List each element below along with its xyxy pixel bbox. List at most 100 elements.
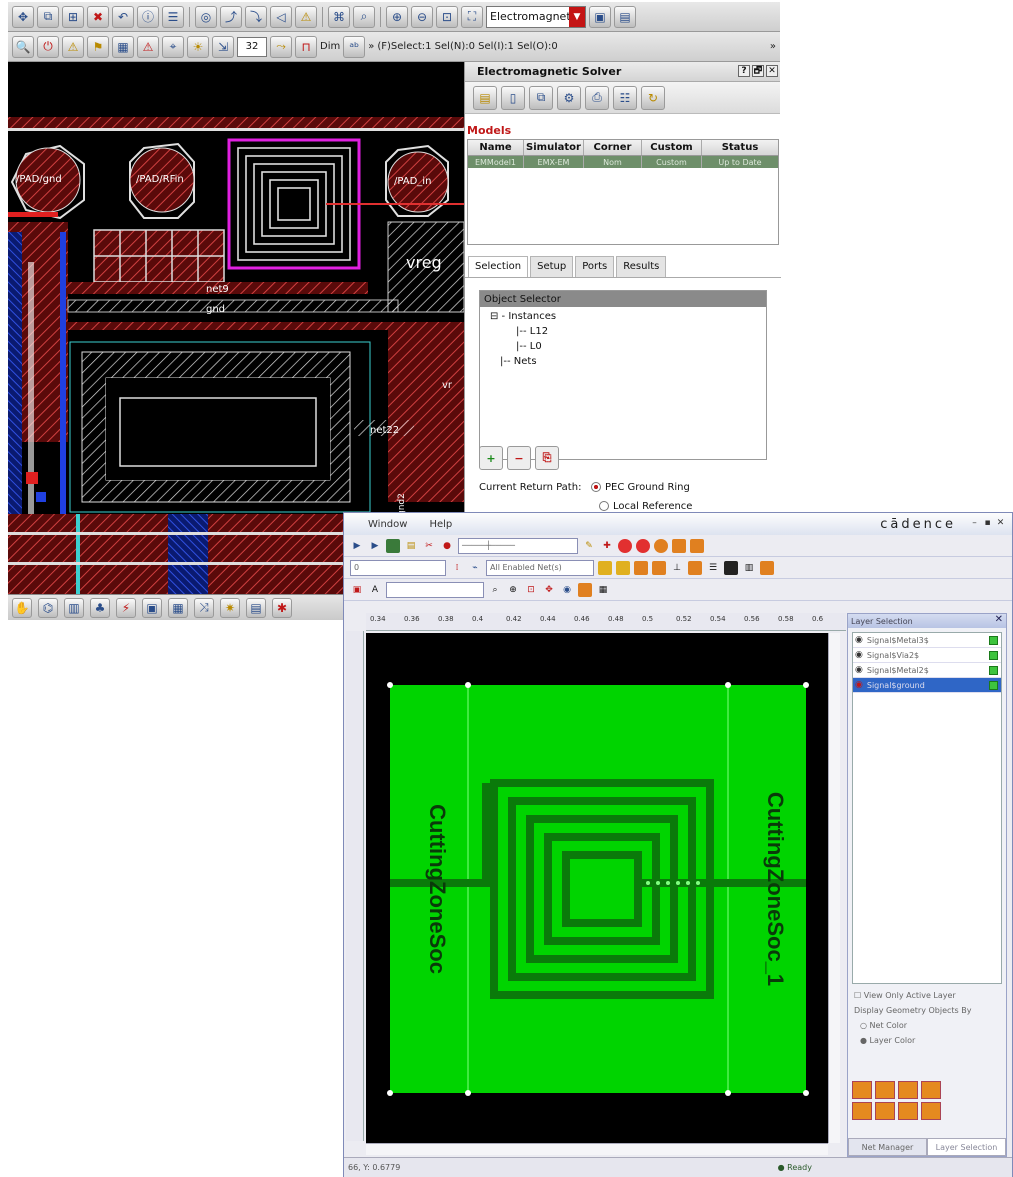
vertical-tool-icon[interactable] [921,1081,941,1099]
cursor-icon[interactable]: ⇲ [212,35,234,58]
marker-icon[interactable]: ⚠ [137,35,159,58]
dim-label[interactable]: Dim [320,41,340,52]
record2-icon[interactable] [636,538,650,553]
list-item[interactable]: ◉ Signal$ground [853,678,1001,693]
menu-help[interactable]: Help [429,519,452,530]
paint-icon[interactable]: ✎ [582,539,596,553]
line-tool-icon[interactable] [898,1081,918,1099]
chart-icon[interactable]: ▥ [742,561,756,575]
slider-field[interactable]: ─────┼───── [458,537,578,554]
find-icon[interactable]: ⌕ [488,583,502,597]
pan-icon[interactable]: ✥ [542,583,556,597]
highlight-tool-icon[interactable] [760,560,774,575]
tree-item-l12[interactable]: |-- L12 [490,324,766,339]
terminal-icon[interactable]: ▤ [246,597,266,618]
pin-icon[interactable]: ⚑ [87,35,109,58]
route-tool-icon[interactable] [852,1081,872,1099]
col-corner[interactable]: Corner [584,140,642,155]
path-icon[interactable]: ⤵ [245,5,267,28]
block-icon[interactable] [672,538,686,553]
run-icon[interactable]: ▶ [368,539,382,553]
net-dropdown[interactable]: All Enabled Net(s) [486,559,594,576]
layer-color-option[interactable]: ● Layer Color [848,1033,1006,1048]
info-icon[interactable]: ⓘ [137,5,159,28]
col-status[interactable]: Status [702,140,778,155]
grid2-icon[interactable]: ▦ [168,597,188,618]
tree-node-nets[interactable]: |-- Nets [490,354,766,369]
menu-window[interactable]: Window [368,519,407,530]
cross-icon[interactable]: ✚ [600,539,614,553]
measure-icon[interactable]: ⌬ [38,597,58,618]
ruler-icon[interactable]: ◁ [270,5,292,28]
net-icon[interactable]: ⌁ [468,561,482,575]
block2-icon[interactable] [690,538,704,553]
record-icon[interactable] [618,538,632,553]
zoom-icon[interactable]: ⊕ [506,583,520,597]
select-icon[interactable]: ⁞ [450,561,464,575]
circle-tool-icon[interactable] [875,1102,895,1120]
corner-tool-icon[interactable] [921,1102,941,1120]
chip-icon[interactable]: ▣ [142,597,162,618]
point-tool-icon[interactable] [852,1102,872,1120]
wire-icon[interactable]: ⤳ [270,35,292,58]
float-button[interactable]: 🗗 [752,65,764,77]
local-reference-radio[interactable] [599,501,609,511]
zoom-value-field[interactable]: 32 [237,36,267,57]
simulate-icon[interactable]: ⚙ [557,85,581,110]
tab-ports[interactable]: Ports [575,256,615,277]
vertical-scrollbar[interactable] [828,633,840,1143]
tree-icon[interactable]: ♣ [90,597,110,618]
close-button[interactable]: ✕ [766,65,778,77]
layer-number-field[interactable]: 0 [350,559,446,576]
workspace-icon[interactable]: ▣ [589,5,611,28]
view-only-option[interactable]: ☐ View Only Active Layer [848,988,1006,1003]
stop-icon[interactable]: ⏻ [37,35,59,58]
toolbar-overflow[interactable]: » [368,41,374,52]
add-button[interactable]: + [479,446,503,470]
spark-icon[interactable]: ✷ [220,597,240,618]
col-simulator[interactable]: Simulator [524,140,584,155]
close-icon[interactable]: ✕ [995,614,1003,625]
col-custom[interactable]: Custom [642,140,702,155]
tab-selection[interactable]: Selection [468,256,529,277]
probe-icon[interactable]: ⚡ [116,597,136,618]
play-icon[interactable]: ▶ [350,539,364,553]
copy-model-icon[interactable]: ⧉ [529,85,553,110]
shape-icon[interactable] [634,560,648,575]
open-model-icon[interactable]: ▯ [501,85,525,110]
move-icon[interactable]: ✥ [12,5,34,28]
chevron-down-icon[interactable]: ▼ [569,6,585,27]
bug-icon[interactable]: ✱ [272,597,292,618]
tab-layer-selection[interactable]: Layer Selection [927,1138,1006,1156]
record3-icon[interactable] [654,538,668,553]
cut-icon[interactable]: ✂ [422,539,436,553]
grid-icon[interactable]: ▦ [112,35,134,58]
warning-icon[interactable]: ⚠ [295,5,317,28]
undo-icon[interactable]: ↶ [112,5,134,28]
flow-icon[interactable]: ⤨ [194,597,214,618]
alert-icon[interactable]: ⚠ [62,35,84,58]
stretch-icon[interactable]: ⊞ [62,5,84,28]
tab-results[interactable]: Results [616,256,667,277]
close-icon[interactable]: ✕ [995,518,1006,529]
maximize-icon[interactable]: ▪ [982,518,993,529]
eye-icon[interactable]: ◉ [855,665,863,675]
fill-icon[interactable] [724,560,738,575]
light-icon[interactable]: ☀ [187,35,209,58]
copy-icon[interactable]: ⧉ [37,5,59,28]
properties-icon[interactable]: ☰ [162,5,184,28]
abc-icon[interactable]: ᵃᵇ [343,35,366,58]
layer-icon[interactable]: ▥ [64,597,84,618]
rect-tool-icon[interactable] [898,1102,918,1120]
search-field[interactable] [386,581,484,598]
net-color-option[interactable]: ○ Net Color [848,1018,1006,1033]
search-icon[interactable]: ⌕ [353,5,375,28]
export-icon[interactable]: ⎙ [585,85,609,110]
col-name[interactable]: Name [468,140,524,155]
pec-ground-ring-radio[interactable] [590,482,601,492]
hierarchy-icon[interactable]: ⌘ [328,5,350,28]
drc-icon[interactable]: ◎ [195,5,217,28]
text-icon[interactable]: A [368,583,382,597]
bend-tool-icon[interactable] [875,1081,895,1099]
mode-dropdown[interactable]: Electromagnetic ▼ [486,5,586,28]
